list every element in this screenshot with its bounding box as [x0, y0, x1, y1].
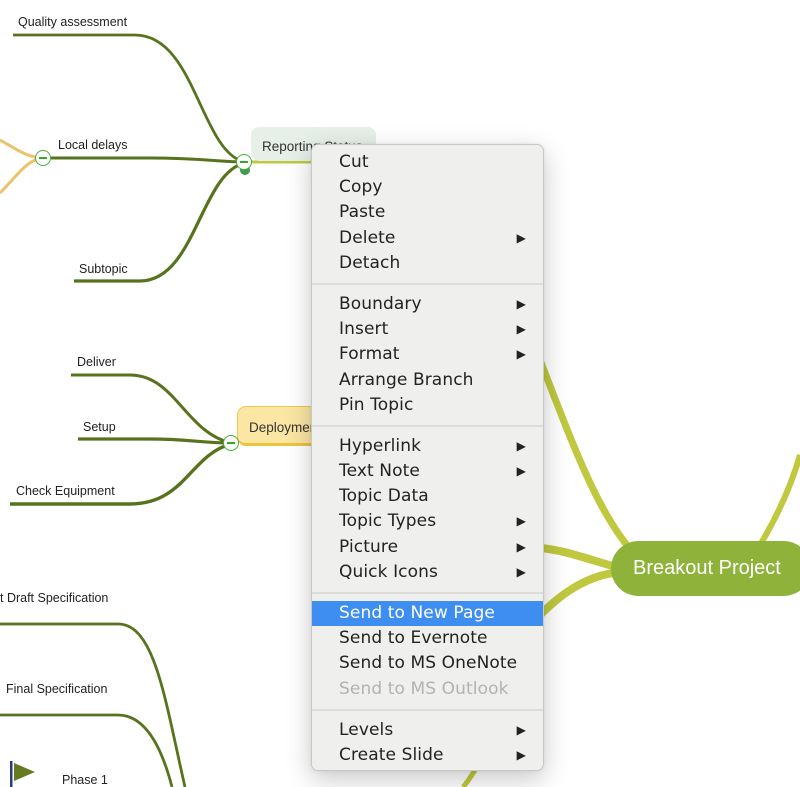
menu-item-paste[interactable]: Paste	[312, 200, 543, 225]
submenu-arrow-icon: ▶	[516, 438, 526, 453]
menu-item-hyperlink[interactable]: Hyperlink ▶	[312, 434, 543, 459]
menu-item-levels[interactable]: Levels ▶	[312, 718, 543, 743]
menu-item-text-note[interactable]: Text Note ▶	[312, 459, 543, 484]
menu-item-format[interactable]: Format ▶	[312, 342, 543, 367]
menu-item-pin-topic[interactable]: Pin Topic	[312, 393, 543, 418]
subtopic-draft-specification[interactable]: t Draft Specification	[0, 591, 108, 605]
menu-item-label: Quick Icons	[339, 561, 438, 582]
menu-item-label: Arrange Branch	[339, 369, 474, 390]
submenu-arrow-icon: ▶	[516, 230, 526, 245]
menu-separator	[312, 282, 543, 285]
subtopic-phase-1[interactable]: Phase 1	[62, 773, 108, 787]
menu-item-cut[interactable]: Cut	[312, 150, 543, 175]
connector-local-delays	[51, 156, 245, 164]
menu-item-label: Send to MS OneNote	[339, 653, 518, 674]
menu-item-boundary[interactable]: Boundary ▶	[312, 292, 543, 317]
submenu-arrow-icon: ▶	[516, 464, 526, 479]
submenu-arrow-icon: ▶	[516, 564, 526, 579]
menu-item-label: Format	[339, 344, 400, 365]
connector-quality-assessment	[13, 33, 245, 164]
menu-item-label: Pin Topic	[339, 394, 414, 415]
menu-item-label: Hyperlink	[339, 435, 422, 456]
menu-item-topic-data[interactable]: Topic Data	[312, 484, 543, 509]
menu-item-send-to-ms-outlook: Send to MS Outlook	[312, 677, 543, 702]
connector-draft-specification	[0, 622, 187, 787]
menu-item-label: Send to New Page	[339, 603, 495, 623]
subtopic-check-equipment[interactable]: Check Equipment	[16, 484, 115, 498]
subtopic-subtopic[interactable]: Subtopic	[79, 262, 128, 276]
subtopic-local-delays[interactable]: Local delays	[58, 138, 128, 152]
menu-item-send-to-evernote[interactable]: Send to Evernote	[312, 626, 543, 651]
menu-separator	[312, 592, 543, 594]
menu-item-label: Copy	[339, 177, 383, 198]
menu-item-arrange-branch[interactable]: Arrange Branch	[312, 368, 543, 393]
menu-separator	[312, 708, 543, 711]
menu-item-send-to-new-page[interactable]: Send to New Page	[312, 601, 543, 627]
submenu-arrow-icon: ▶	[516, 347, 526, 362]
connector-central-right-upper	[757, 454, 800, 547]
menu-item-label: Topic Data	[339, 486, 429, 507]
connector-central-left-a	[539, 544, 622, 572]
connector-setup	[78, 437, 232, 445]
menu-item-label: Detach	[339, 252, 401, 273]
menu-item-label: Create Slide	[339, 744, 444, 765]
submenu-arrow-icon: ▶	[516, 296, 526, 311]
submenu-arrow-icon: ▶	[516, 322, 526, 337]
subtopic-setup[interactable]: Setup	[83, 420, 116, 434]
connector-central-upper	[536, 358, 643, 563]
menu-item-label: Boundary	[339, 293, 422, 314]
menu-item-topic-types[interactable]: Topic Types ▶	[312, 509, 543, 534]
collapse-minus-icon[interactable]	[35, 150, 51, 166]
context-menu: Cut Copy Paste Delete ▶ Detach Boundary ▶ Insert…	[311, 144, 544, 771]
menu-item-label: Cut	[339, 152, 369, 172]
central-topic-label: Breakout Project	[633, 557, 781, 579]
menu-separator	[312, 424, 543, 427]
connector-central-left-b	[537, 568, 621, 618]
menu-item-label: Text Note	[339, 461, 420, 482]
menu-item-label: Topic Types	[339, 511, 437, 532]
subtopic-final-specification[interactable]: Final Specification	[6, 682, 107, 696]
submenu-arrow-icon: ▶	[516, 539, 526, 554]
menu-item-quick-icons[interactable]: Quick Icons ▶	[312, 560, 543, 585]
menu-item-label: Send to Evernote	[339, 628, 488, 649]
menu-item-label: Insert	[339, 319, 389, 340]
subtopic-quality-assessment[interactable]: Quality assessment	[18, 15, 127, 29]
menu-item-send-to-ms-onenote[interactable]: Send to MS OneNote	[312, 651, 543, 676]
menu-item-copy[interactable]: Copy	[312, 175, 543, 200]
menu-item-insert[interactable]: Insert ▶	[312, 317, 543, 342]
connector-central-lower	[461, 768, 478, 787]
flag-icon	[10, 761, 35, 787]
menu-item-label: Picture	[339, 536, 399, 557]
menu-item-label: Send to MS Outlook	[339, 678, 509, 699]
submenu-arrow-icon: ▶	[516, 747, 526, 762]
menu-item-detach[interactable]: Detach	[312, 251, 543, 276]
collapse-minus-icon[interactable]	[223, 435, 239, 451]
menu-item-label: Paste	[339, 202, 386, 223]
menu-item-label: Delete	[339, 227, 396, 248]
submenu-arrow-icon: ▶	[516, 722, 526, 737]
submenu-arrow-icon: ▶	[516, 514, 526, 529]
menu-item-delete[interactable]: Delete ▶	[312, 226, 543, 251]
subtopic-deliver[interactable]: Deliver	[77, 355, 116, 369]
central-topic[interactable]: Breakout Project	[611, 541, 800, 596]
menu-item-create-slide[interactable]: Create Slide ▶	[312, 743, 543, 768]
menu-item-picture[interactable]: Picture ▶	[312, 535, 543, 560]
menu-item-label: Levels	[339, 719, 394, 740]
collapse-minus-icon[interactable]	[236, 154, 252, 170]
